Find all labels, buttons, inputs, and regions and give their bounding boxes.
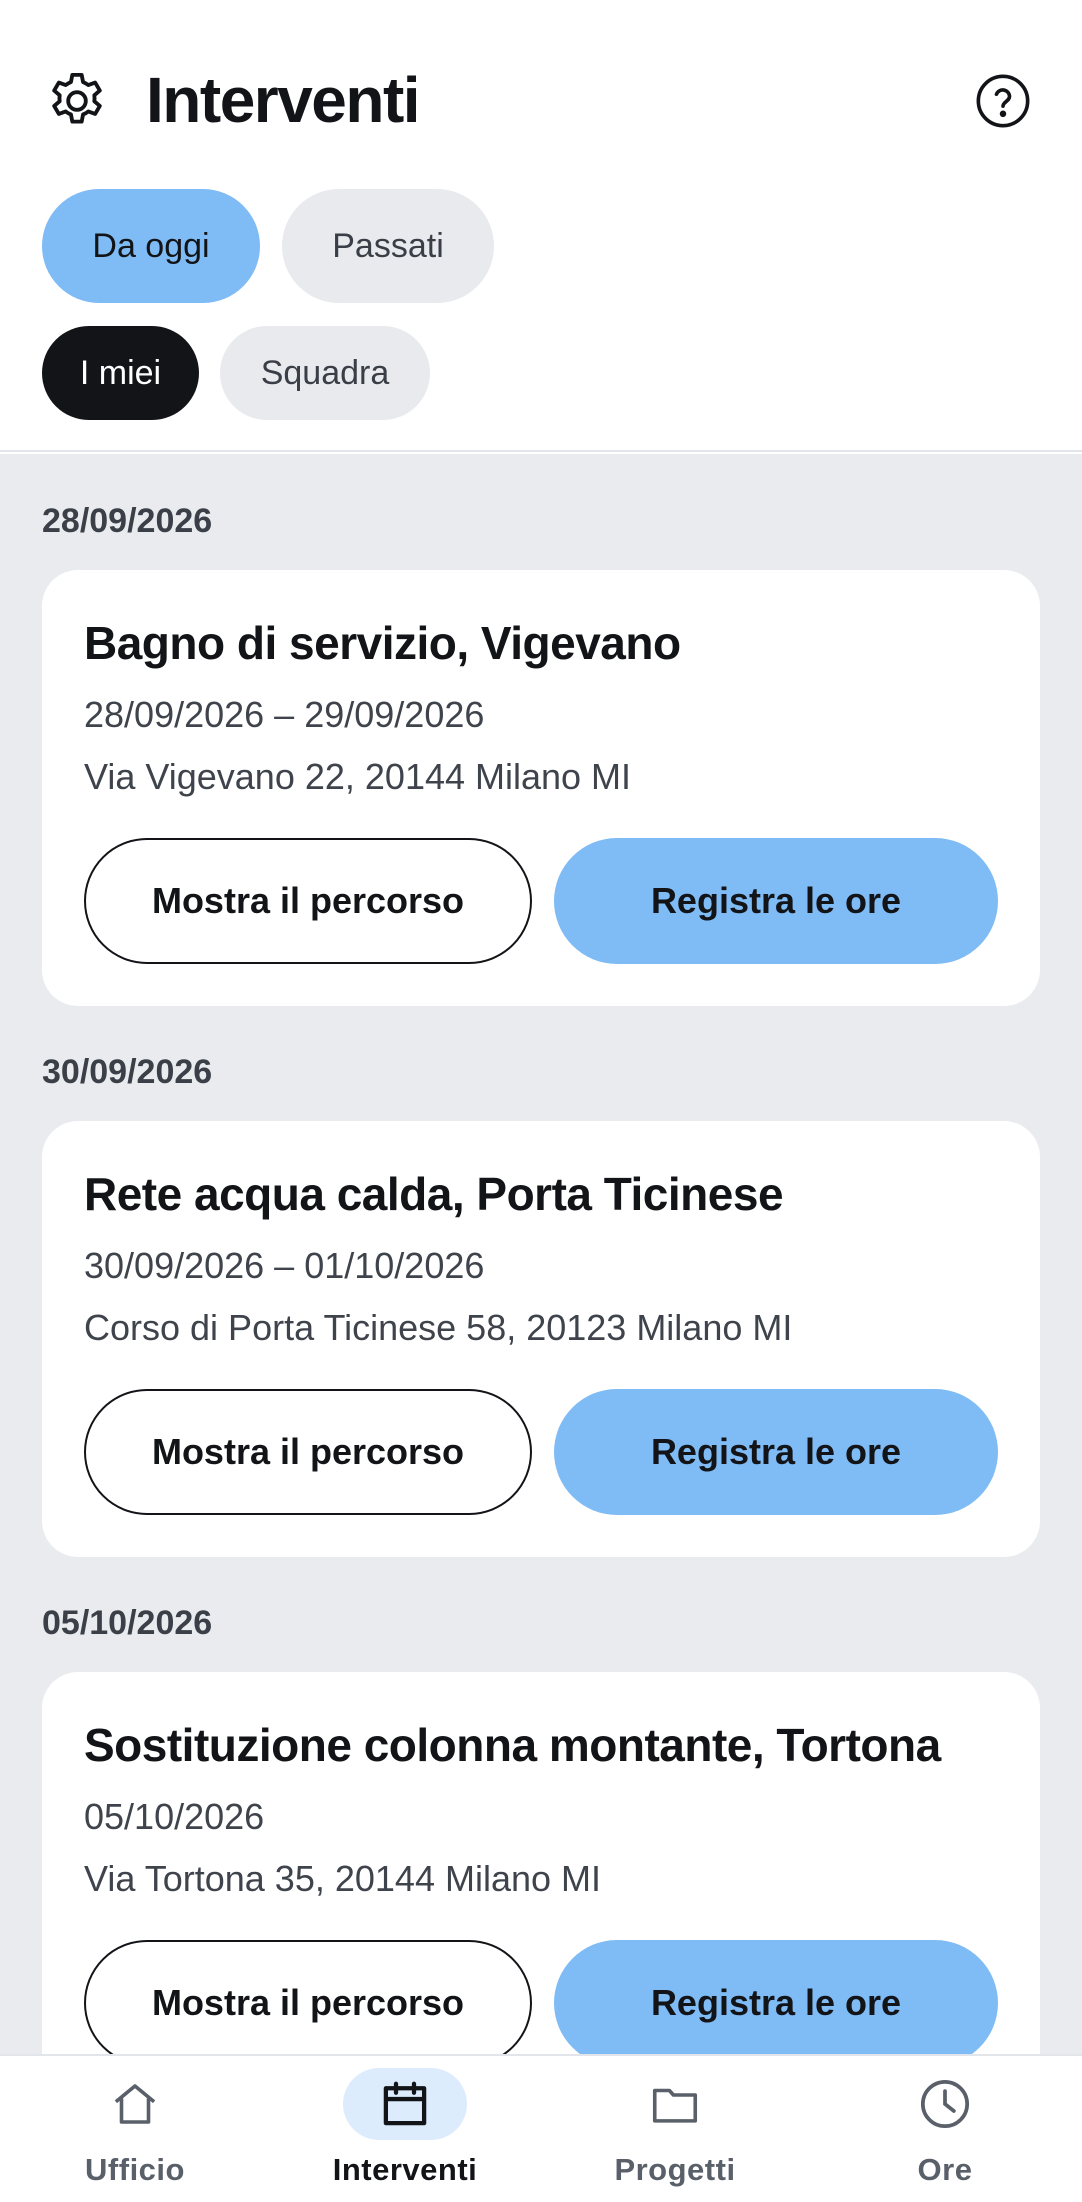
nav-icon-container xyxy=(73,2068,197,2140)
home-icon xyxy=(114,2084,156,2124)
calendar-icon xyxy=(383,2081,427,2126)
filter-chip-passati[interactable]: Passati xyxy=(282,189,494,303)
filter-chip-da-oggi[interactable]: Da oggi xyxy=(42,189,260,303)
intervention-address: Via Tortona 35, 20144 Milano MI xyxy=(84,1858,602,1899)
intervention-title: Rete acqua calda, Porta Ticinese xyxy=(84,1168,784,1220)
intervention-address: Via Vigevano 22, 20144 Milano MI xyxy=(84,756,632,797)
nav-icon-container xyxy=(883,2068,1007,2140)
intervention-card[interactable]: Bagno di servizio, Vigevano 28/09/2026 –… xyxy=(42,570,1040,1006)
help-circle-icon[interactable] xyxy=(974,72,1032,130)
intervention-title: Sostituzione colonna montante, Tortona xyxy=(84,1719,941,1771)
nav-item-ufficio[interactable]: Ufficio xyxy=(0,2056,270,2202)
nav-label: Interventi xyxy=(332,2152,478,2187)
clock-icon xyxy=(920,2079,970,2129)
show-route-button[interactable]: Mostra il percorso xyxy=(84,838,532,964)
nav-icon-container xyxy=(343,2068,467,2140)
page-title: Interventi xyxy=(146,64,421,136)
show-route-button[interactable]: Mostra il percorso xyxy=(84,1940,532,2054)
show-route-button[interactable]: Mostra il percorso xyxy=(84,1389,532,1515)
intervention-title: Bagno di servizio, Vigevano xyxy=(84,617,681,669)
nav-item-ore[interactable]: Ore xyxy=(810,2056,1080,2202)
group-date-label: 30/09/2026 xyxy=(42,1053,213,1091)
nav-label: Ore xyxy=(917,2152,973,2187)
interventions-list[interactable]: 28/09/2026 Bagno di servizio, Vigevano 2… xyxy=(0,454,1082,2054)
group-date-label: 28/09/2026 xyxy=(42,502,213,540)
intervention-address: Corso di Porta Ticinese 58, 20123 Milano… xyxy=(84,1307,793,1348)
intervention-dates: 05/10/2026 xyxy=(84,1796,265,1837)
filter-chip-squadra[interactable]: Squadra xyxy=(220,326,430,420)
app-root: Interventi Da oggi Passati I miei Squadr… xyxy=(0,0,1082,2202)
intervention-card[interactable]: Rete acqua calda, Porta Ticinese 30/09/2… xyxy=(42,1121,1040,1557)
gear-icon[interactable] xyxy=(44,68,110,134)
nav-icon-container xyxy=(613,2068,737,2140)
group-date-label: 05/10/2026 xyxy=(42,1604,213,1642)
bottom-nav: Ufficio Interventi Progetti Ore xyxy=(0,2054,1082,2202)
log-hours-button[interactable]: Registra le ore xyxy=(554,1940,998,2054)
log-hours-button[interactable]: Registra le ore xyxy=(554,1389,998,1515)
log-hours-button[interactable]: Registra le ore xyxy=(554,838,998,964)
nav-label: Ufficio xyxy=(85,2152,185,2187)
nav-label: Progetti xyxy=(614,2152,736,2187)
nav-item-progetti[interactable]: Progetti xyxy=(540,2056,810,2202)
nav-item-interventi[interactable]: Interventi xyxy=(270,2056,540,2202)
filter-chip-i-miei[interactable]: I miei xyxy=(42,326,199,420)
intervention-dates: 28/09/2026 – 29/09/2026 xyxy=(84,694,485,735)
header: Interventi Da oggi Passati I miei Squadr… xyxy=(0,0,1082,452)
folder-icon xyxy=(652,2088,698,2123)
intervention-dates: 30/09/2026 – 01/10/2026 xyxy=(84,1245,485,1286)
intervention-card[interactable]: Sostituzione colonna montante, Tortona 0… xyxy=(42,1672,1040,2054)
